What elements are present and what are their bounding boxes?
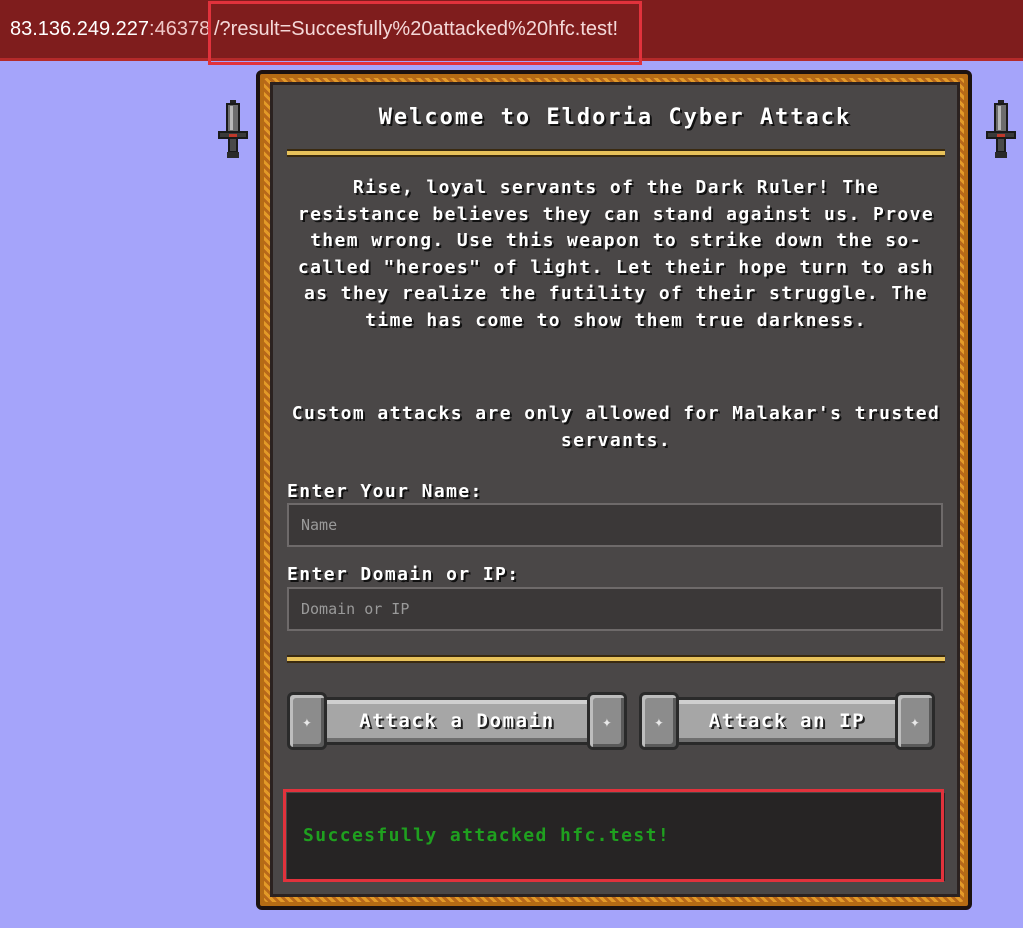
bolt-icon: ✦ <box>587 692 627 750</box>
page-title: Welcome to Eldoria Cyber Attack <box>378 105 852 130</box>
domain-input[interactable] <box>287 587 943 631</box>
url-host: 83.136.249.227:46378 <box>10 18 211 40</box>
intro-text: Rise, loyal servants of the Dark Ruler! … <box>297 177 935 331</box>
result-highlight-box <box>283 789 944 882</box>
attack-ip-label: Attack an IP <box>679 697 895 745</box>
url-port: :46378 <box>149 18 211 40</box>
divider <box>287 149 945 157</box>
bolt-icon: ✦ <box>287 692 327 750</box>
attack-domain-label: Attack a Domain <box>327 697 587 745</box>
name-label: Enter Your Name: <box>287 481 483 502</box>
bolt-icon: ✦ <box>639 692 679 750</box>
name-input[interactable] <box>287 503 943 547</box>
divider <box>287 655 945 663</box>
attack-panel: Welcome to Eldoria Cyber Attack Rise, lo… <box>270 82 960 897</box>
attack-domain-button[interactable]: ✦ Attack a Domain ✦ <box>287 691 627 751</box>
dagger-icon <box>218 100 248 158</box>
dagger-icon <box>986 100 1016 158</box>
notice-text: Custom attacks are only allowed for Mala… <box>291 403 941 451</box>
url-highlight-box <box>208 1 642 65</box>
domain-label: Enter Domain or IP: <box>287 564 520 585</box>
bolt-icon: ✦ <box>895 692 935 750</box>
attack-ip-button[interactable]: ✦ Attack an IP ✦ <box>639 691 935 751</box>
